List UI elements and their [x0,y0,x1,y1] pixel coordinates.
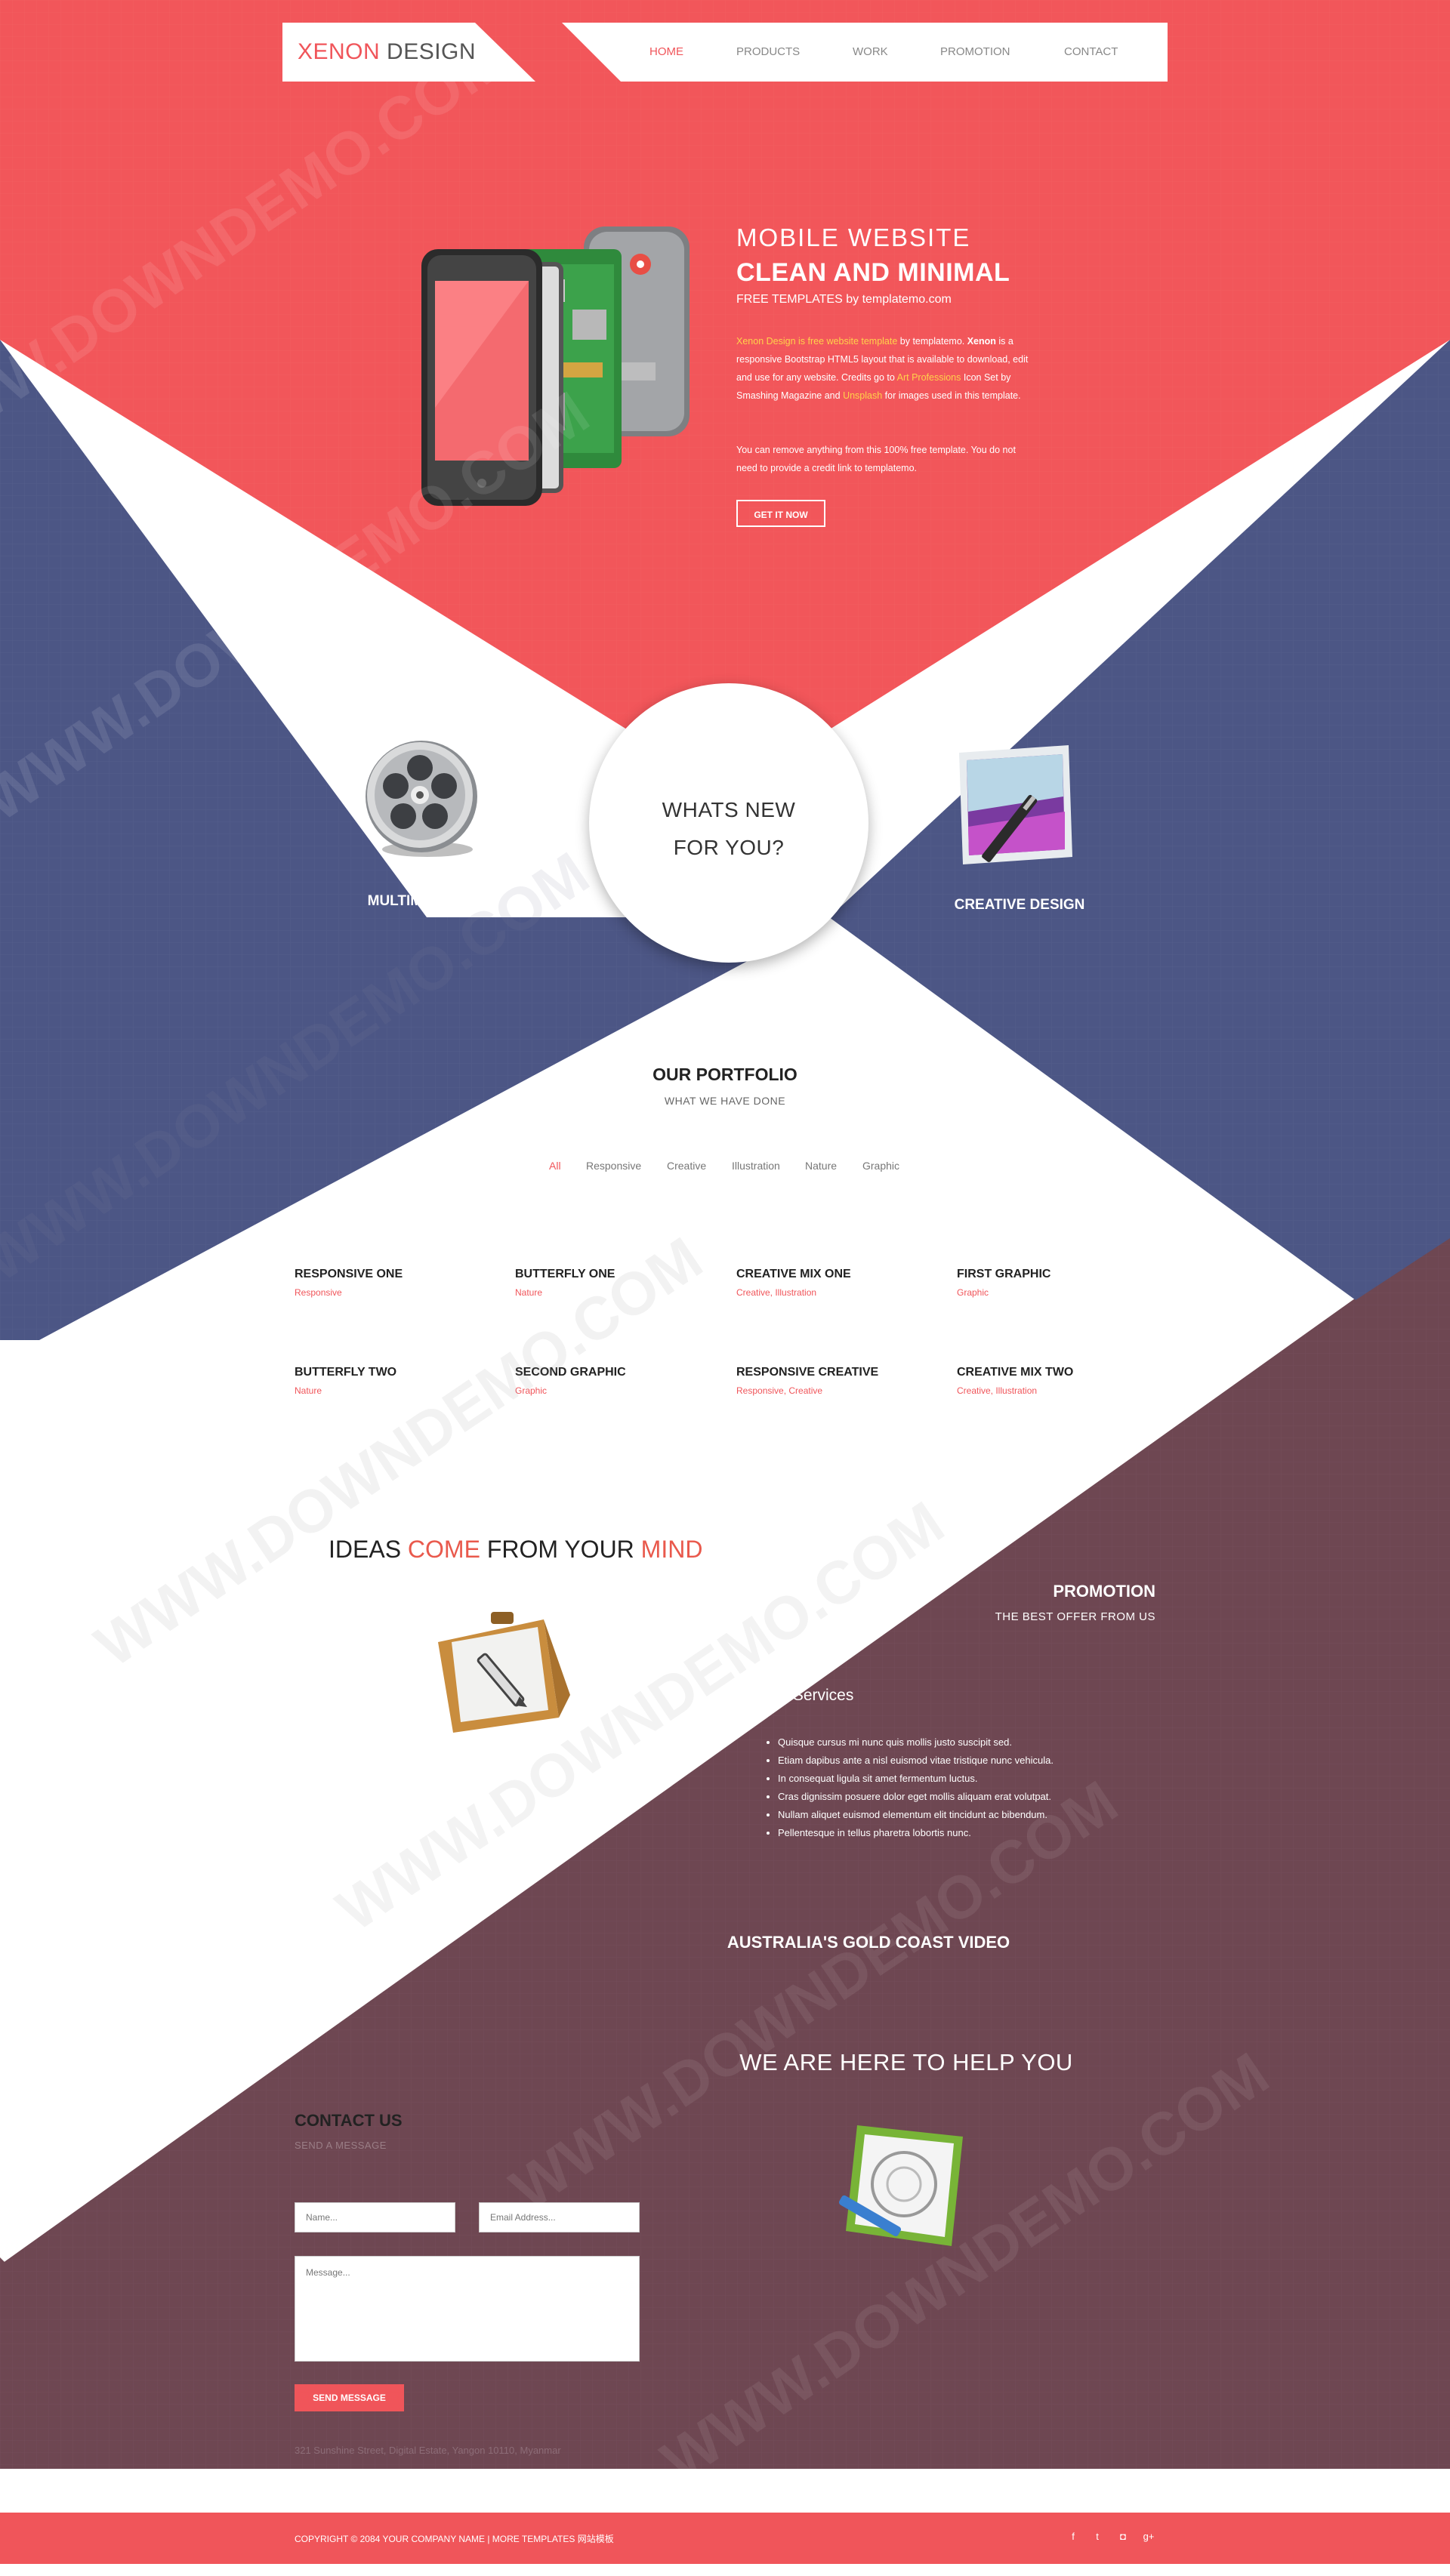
list-item: Nullam aliquet euismod elementum elit ti… [778,1806,1054,1824]
filter-illustration[interactable]: Illustration [732,1160,780,1172]
filter-responsive[interactable]: Responsive [586,1160,641,1172]
portfolio-item-tags: Graphic [515,1385,548,1396]
portfolio-item-tags: Responsive, Creative [736,1385,823,1396]
portfolio-item-title: BUTTERFLY TWO [295,1366,397,1379]
filter-nature[interactable]: Nature [805,1160,837,1172]
portfolio-item-tags: Responsive [295,1287,342,1298]
filter-graphic[interactable]: Graphic [862,1160,899,1172]
portfolio-item-tags: Creative, Illustration [736,1287,817,1298]
facebook-icon[interactable]: f [1064,2531,1082,2542]
get-it-now-button[interactable]: GET IT NOW [736,500,825,527]
list-item: Pellentesque in tellus pharetra lobortis… [778,1824,1054,1842]
whats-new-line-1: WHATS NEW [662,798,796,821]
copyright-text: COPYRIGHT © 2084 YOUR COMPANY NAME | MOR… [295,2534,614,2544]
contact-subtitle: SEND A MESSAGE [295,2140,387,2151]
portfolio-item[interactable]: CREATIVE MIX ONE Creative, Illustration [736,1268,851,1298]
main-nav: HOME PRODUCTS WORK PROMOTION CONTACT [562,23,1168,82]
portfolio-item-tags: Nature [295,1385,322,1396]
footer: COPYRIGHT © 2084 YOUR COMPANY NAME | MOR… [0,2513,1450,2564]
email-field[interactable] [479,2202,640,2232]
portfolio-item[interactable]: RESPONSIVE ONE Responsive [295,1268,403,1298]
hero-link-art-professions[interactable]: Art Professions [897,372,961,383]
list-item: Etiam dapibus ante a nisl euismod vitae … [778,1752,1054,1770]
portfolio-item-title: BUTTERFLY ONE [515,1268,615,1280]
logo-word: DESIGN [387,39,477,64]
hero-title: MOBILE WEBSITE [736,223,971,251]
web-design-services-title: Web Design Services [702,1687,854,1704]
portfolio-item-title: CREATIVE MIX TWO [957,1366,1074,1379]
whats-new-line-2: FOR YOU? [673,836,785,859]
drawing-tablet-icon [838,2125,963,2246]
portfolio-item-tags: Creative, Illustration [957,1385,1038,1396]
instagram-icon[interactable]: ◘ [1114,2531,1132,2542]
portfolio-item[interactable]: CREATIVE MIX TWO Creative, Illustration [957,1366,1073,1396]
message-field[interactable] [295,2256,640,2362]
promotion-list: Quisque cursus mi nunc quis mollis justo… [763,1733,1054,1842]
promotion-subtitle: THE BEST OFFER FROM US [995,1610,1155,1623]
address-text: 321 Sunshine Street, Digital Estate, Yan… [295,2445,561,2456]
portfolio-subtitle: WHAT WE HAVE DONE [664,1095,786,1107]
video-title: AUSTRALIA'S GOLD COAST VIDEO [727,1933,1010,1952]
nav-products[interactable]: PRODUCTS [736,45,800,58]
list-item: Cras dignissim posuere dolor eget mollis… [778,1788,1054,1806]
portfolio-item-title: FIRST GRAPHIC [957,1268,1051,1280]
portfolio-item-title: RESPONSIVE ONE [295,1268,403,1280]
hero-paragraph-1: Xenon Design is free website template by… [736,336,1029,401]
twitter-icon[interactable]: t [1088,2531,1106,2542]
portfolio-item[interactable]: SECOND GRAPHIC Graphic [515,1366,626,1396]
hero-link-unsplash[interactable]: Unsplash [843,390,882,401]
hero-paragraph-2: You can remove anything from this 100% f… [736,445,1016,473]
hero-headline: CLEAN AND MINIMAL [736,258,1010,287]
ideas-headline: IDEAS COME FROM YOUR MIND [329,1536,703,1563]
google-plus-icon[interactable]: g+ [1140,2531,1158,2542]
portfolio-item[interactable]: BUTTERFLY ONE Nature [515,1268,615,1298]
help-headline: WE ARE HERE TO HELP YOU [739,2049,1073,2075]
portfolio-item-tags: Nature [515,1287,543,1298]
promotion-title: PROMOTION [1053,1582,1155,1601]
bg-white-strip [0,2469,1450,2513]
portfolio-item[interactable]: BUTTERFLY TWO Nature [295,1366,396,1396]
portfolio-title: OUR PORTFOLIO [652,1065,798,1084]
list-item: In consequat ligula sit amet fermentum l… [778,1770,1054,1788]
whats-new-circle: WHATS NEW FOR YOU? [589,683,868,963]
background-shapes [0,0,1450,2576]
name-field[interactable] [295,2202,455,2232]
sketch-easel-icon [438,1612,570,1733]
filter-all[interactable]: All [549,1160,561,1172]
service-multimedia-film: MULTIMEDIA FILM [367,893,494,909]
portfolio-item-title: SECOND GRAPHIC [515,1366,626,1379]
filter-creative[interactable]: Creative [667,1160,706,1172]
nav-home[interactable]: HOME [649,45,683,58]
mobile-phone-illustration [421,226,690,506]
contact-title: CONTACT US [295,2111,403,2130]
send-message-button[interactable]: SEND MESSAGE [295,2384,404,2411]
list-item: Quisque cursus mi nunc quis mollis justo… [778,1733,1054,1752]
nav-contact[interactable]: CONTACT [1064,45,1118,58]
portfolio-item-tags: Graphic [957,1287,989,1298]
hero-subtitle: FREE TEMPLATES by templatemo.com [736,293,952,306]
film-reel-icon [366,741,477,857]
nav-promotion[interactable]: PROMOTION [940,45,1010,58]
portfolio-item-title: RESPONSIVE CREATIVE [736,1366,879,1379]
portfolio-item[interactable]: FIRST GRAPHIC Graphic [957,1268,1050,1298]
hero-link-xenon[interactable]: Xenon Design is free website template [736,336,897,347]
service-creative-design: CREATIVE DESIGN [954,897,1085,913]
logo-word-accent: XENON [298,39,381,64]
logo[interactable]: XENON DESIGN [298,39,476,65]
portfolio-item[interactable]: RESPONSIVE CREATIVE Responsive, Creative [736,1366,878,1396]
portfolio-item-title: CREATIVE MIX ONE [736,1268,851,1280]
nav-work[interactable]: WORK [853,45,888,58]
creative-design-icon [959,745,1072,864]
